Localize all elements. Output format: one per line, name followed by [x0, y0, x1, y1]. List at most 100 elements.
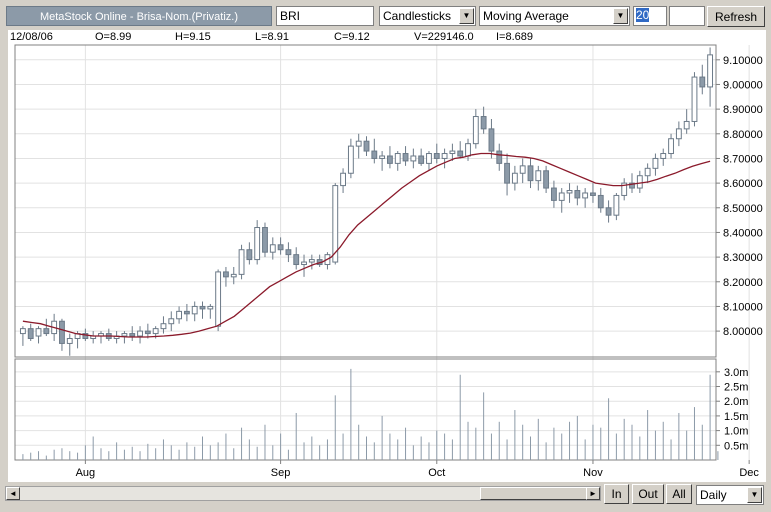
volume-tick-label: 1.0m: [724, 426, 748, 438]
candle-body: [504, 162, 510, 184]
price-tick-label: 8.00000: [723, 326, 763, 338]
candle-body: [527, 165, 534, 182]
price-tick-label: 8.60000: [723, 178, 763, 190]
candle-body: [19, 328, 26, 335]
date-tick-label: Dec: [739, 467, 759, 479]
scroll-right-icon[interactable]: ►: [586, 487, 600, 500]
scroll-left-icon[interactable]: ◄: [6, 487, 20, 500]
candle-body: [66, 338, 73, 344]
candle-body: [269, 244, 276, 253]
toolbar: MetaStock Online - Brisa-Nom.(Privatiz.)…: [0, 0, 771, 30]
date-tick-label: Aug: [76, 467, 96, 479]
chevron-down-icon[interactable]: ▼: [459, 8, 474, 24]
candle-body: [433, 153, 440, 159]
candle-body: [238, 249, 245, 275]
candle-body: [558, 192, 565, 201]
secondary-period-input[interactable]: [669, 6, 705, 26]
candle-body: [230, 273, 237, 278]
candle-body: [35, 328, 42, 337]
candle-body: [363, 140, 370, 152]
volume-tick-label: 3.0m: [724, 367, 748, 379]
candle-body: [144, 330, 151, 335]
indicator-select[interactable]: Moving Average ▼: [479, 6, 630, 26]
price-tick-label: 8.10000: [723, 301, 763, 313]
window-title: MetaStock Online - Brisa-Nom.(Privatiz.): [6, 6, 272, 26]
price-tick-label: 8.30000: [723, 252, 763, 264]
candle-body: [308, 259, 315, 263]
candle-body: [168, 318, 175, 325]
volume-tick-label: 0.5m: [724, 440, 748, 452]
chart-type-select[interactable]: Candlesticks ▼: [379, 6, 476, 26]
price-tick-label: 9.10000: [723, 55, 763, 67]
chart-area: 12/08/06 O=8.99 H=9.15 L=8.91 C=9.12 V=2…: [8, 30, 766, 482]
candle-body: [254, 227, 261, 261]
candle-body: [152, 328, 159, 335]
candle-body: [675, 128, 682, 140]
volume-tick-label: 2.0m: [724, 396, 748, 408]
candle-body: [488, 128, 495, 152]
candle-body: [207, 305, 214, 310]
candle-body: [660, 153, 667, 159]
candle-body: [707, 54, 714, 88]
zoom-in-button[interactable]: In: [604, 484, 629, 504]
candle-body: [683, 120, 690, 130]
candle-body: [160, 323, 167, 330]
candle-body: [43, 328, 50, 335]
candle-body: [519, 165, 526, 174]
chevron-down-icon[interactable]: ▼: [747, 487, 762, 503]
price-tick-label: 8.70000: [723, 153, 763, 165]
candle-body: [613, 194, 620, 216]
candle-body: [699, 76, 706, 88]
candle-body: [465, 143, 471, 157]
candle-body: [347, 145, 354, 174]
zoom-out-button[interactable]: Out: [632, 484, 664, 504]
interval-value: Daily: [700, 488, 727, 502]
horizontal-scrollbar[interactable]: ◄ ►: [5, 486, 601, 501]
candle-body: [379, 155, 386, 159]
candle-body: [472, 116, 479, 145]
candle-body: [418, 155, 425, 164]
volume-tick-label: 2.5m: [724, 382, 748, 394]
candle-body: [183, 310, 190, 315]
candle-body: [644, 167, 651, 177]
period-value: 20: [636, 8, 650, 22]
price-tick-label: 8.40000: [723, 227, 763, 239]
price-tick-label: 8.50000: [723, 203, 763, 215]
candle-body: [199, 305, 206, 310]
candle-body: [394, 153, 401, 164]
candle-body: [191, 305, 198, 315]
bottom-bar: ◄ ► In Out All Daily ▼: [0, 484, 771, 512]
price-tick-label: 8.80000: [723, 129, 763, 141]
show-all-button[interactable]: All: [666, 484, 692, 504]
symbol-input[interactable]: [276, 6, 374, 26]
candle-body: [340, 172, 346, 187]
refresh-button[interactable]: Refresh: [707, 6, 765, 27]
candle-body: [277, 244, 284, 251]
candle-body: [535, 170, 542, 182]
candle-body: [582, 192, 589, 199]
candle-body: [371, 150, 378, 159]
candle-body: [246, 249, 253, 261]
candle-body: [387, 155, 393, 164]
candle-body: [176, 310, 183, 320]
candlestick-chart[interactable]: 9.10000 9.00000 8.90000 8.80000 8.70000 8.600…: [8, 30, 766, 482]
candle-body: [59, 320, 65, 344]
chart-type-value: Candlesticks: [383, 9, 452, 23]
price-tick-label: 8.20000: [723, 277, 763, 289]
chevron-down-icon[interactable]: ▼: [613, 8, 628, 24]
candle-body: [301, 261, 307, 266]
candle-body: [449, 150, 456, 155]
price-panel-frame: [14, 44, 717, 358]
candle-body: [355, 140, 362, 147]
price-tick-label: 8.90000: [723, 104, 763, 116]
candle-body: [293, 254, 300, 266]
candle-body: [27, 328, 34, 340]
date-tick-label: Sep: [271, 467, 291, 479]
scroll-thumb[interactable]: [480, 487, 590, 500]
candle-body: [543, 170, 550, 189]
candle-body: [597, 194, 604, 209]
interval-select[interactable]: Daily ▼: [696, 485, 764, 505]
indicator-value: Moving Average: [483, 9, 569, 23]
candle-body: [496, 150, 503, 164]
period-input[interactable]: 20: [633, 6, 667, 26]
